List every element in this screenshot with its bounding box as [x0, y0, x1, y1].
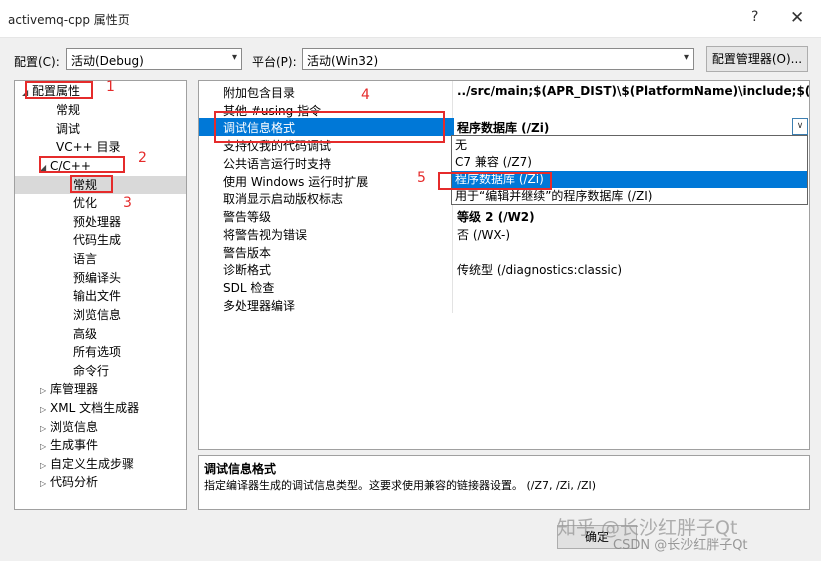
collapsed-triangle-icon[interactable]: ▷ — [40, 382, 50, 400]
collapsed-triangle-icon[interactable]: ▷ — [40, 475, 50, 493]
property-name: 诊断格式 — [223, 263, 272, 277]
tree-item-label: 输出文件 — [73, 289, 122, 303]
property-row[interactable]: SDL 检查 — [199, 278, 809, 296]
tree-item-build-events[interactable]: ▷ 生成事件 — [15, 436, 186, 454]
tree-item-xml-doc-generator[interactable]: ▷ XML 文档生成器 — [15, 399, 186, 417]
platform-label: 平台(P): — [252, 55, 297, 69]
config-select[interactable]: 活动(Debug) ▾ — [66, 48, 242, 70]
tree-item-label: VC++ 目录 — [56, 140, 121, 154]
config-value: 活动(Debug) — [71, 54, 144, 68]
csdn-watermark: CSDN @长沙红胖子Qt — [613, 538, 748, 553]
tree-item-label: 库管理器 — [50, 382, 99, 396]
tree-item-code-generation[interactable]: 代码生成 — [15, 231, 186, 249]
tree-item-label: 命令行 — [73, 364, 110, 378]
property-name: 取消显示启动版权标志 — [223, 192, 344, 206]
tree-item-general[interactable]: 常规 — [15, 101, 186, 119]
debug-info-format-dropdown[interactable]: 无 C7 兼容 (/Z7) 程序数据库 (/Zi) 用于“编辑并继续”的程序数据… — [451, 135, 808, 205]
annotation-number-2: 2 — [138, 150, 147, 166]
tree-item-label: XML 文档生成器 — [50, 401, 140, 415]
annotation-number-3: 3 — [123, 195, 132, 211]
tree-item-label: 预处理器 — [73, 215, 122, 229]
tree-item-label: 代码分析 — [50, 475, 99, 489]
property-name: 警告等级 — [223, 210, 272, 224]
tree-item-label: 高级 — [73, 327, 98, 341]
tree-item-librarian[interactable]: ▷ 库管理器 — [15, 380, 186, 398]
tree-item-custom-build-step[interactable]: ▷ 自定义生成步骤 — [15, 455, 186, 473]
dropdown-option[interactable]: 用于“编辑并继续”的程序数据库 (/ZI) — [452, 188, 807, 205]
dropdown-option[interactable]: C7 兼容 (/Z7) — [452, 154, 807, 171]
annotation-number-5: 5 — [417, 170, 426, 186]
property-name: 警告版本 — [223, 246, 272, 260]
collapsed-triangle-icon[interactable]: ▷ — [40, 401, 50, 419]
property-name: 公共语言运行时支持 — [223, 157, 332, 171]
annotation-box-4 — [214, 111, 445, 143]
property-value: ../src/main;$(APR_DIST)\$(PlatformName)\… — [457, 84, 810, 98]
tree-item-label: 优化 — [73, 196, 98, 210]
tree-item-label: 语言 — [73, 252, 98, 266]
help-icon[interactable]: ? — [751, 9, 758, 25]
property-value: 等级 2 (/W2) — [457, 210, 535, 224]
configuration-manager-button[interactable]: 配置管理器(O)... — [706, 46, 808, 72]
tree-item-all-options[interactable]: 所有选项 — [15, 343, 186, 361]
tree-item-debugging[interactable]: 调试 — [15, 120, 186, 138]
annotation-number-1: 1 — [106, 79, 115, 95]
tree-item-label: 生成事件 — [50, 438, 99, 452]
annotation-box-3 — [70, 175, 113, 193]
chevron-down-icon: ▾ — [683, 52, 689, 63]
window-title: activemq-cpp 属性页 — [8, 13, 130, 27]
property-name: 将警告视为错误 — [223, 228, 308, 242]
tree-item-label: 调试 — [56, 122, 81, 136]
property-value: 程序数据库 (/Zi) — [457, 121, 550, 135]
property-row[interactable]: 附加包含目录 ../src/main;$(APR_DIST)\$(Platfor… — [199, 83, 809, 101]
tree-item-label: 常规 — [56, 103, 81, 117]
tree-item-label: 浏览信息 — [73, 308, 122, 322]
tree-item-preprocessor[interactable]: 预处理器 — [15, 213, 186, 231]
annotation-box-2 — [39, 156, 125, 173]
tree-item-browse-info[interactable]: 浏览信息 — [15, 306, 186, 324]
tree-item-output-files[interactable]: 输出文件 — [15, 287, 186, 305]
description-panel: 调试信息格式 指定编译器生成的调试信息类型。这要求使用兼容的链接器设置。 (/Z… — [198, 455, 810, 510]
property-row[interactable]: 将警告视为错误 否 (/WX-) — [199, 225, 809, 243]
property-row[interactable]: 诊断格式 传统型 (/diagnostics:classic) — [199, 260, 809, 278]
tree-item-command-line[interactable]: 命令行 — [15, 362, 186, 380]
platform-select[interactable]: 活动(Win32) ▾ — [302, 48, 694, 70]
annotation-number-4: 4 — [361, 87, 370, 103]
tree-item-label: 所有选项 — [73, 345, 122, 359]
tree-item-browse-info-2[interactable]: ▷ 浏览信息 — [15, 418, 186, 436]
tree-item-code-analysis[interactable]: ▷ 代码分析 — [15, 473, 186, 491]
property-name: 附加包含目录 — [223, 86, 296, 100]
tree-item-label: 浏览信息 — [50, 420, 99, 434]
tree-item-label: 代码生成 — [73, 233, 122, 247]
property-value: 否 (/WX-) — [457, 228, 511, 242]
tree-item-label: 自定义生成步骤 — [50, 457, 135, 471]
title-bar: activemq-cpp 属性页 ? ✕ — [0, 0, 821, 38]
property-name: 多处理器编译 — [223, 299, 296, 313]
chevron-down-icon: ▾ — [231, 52, 237, 63]
description-text: 指定编译器生成的调试信息类型。这要求使用兼容的链接器设置。 (/Z7, /Zi,… — [204, 479, 597, 492]
config-label: 配置(C): — [14, 55, 60, 69]
platform-value: 活动(Win32) — [307, 54, 379, 68]
property-name: 使用 Windows 运行时扩展 — [223, 175, 369, 189]
debug-info-format-combo[interactable]: 程序数据库 (/Zi) ∨ — [454, 118, 809, 136]
property-tree[interactable]: ◢ 配置属性 常规 调试 VC++ 目录 ◢ C/C++ 常规 优化 预处理器 代码… — [14, 80, 187, 510]
tree-item-precompiled-headers[interactable]: 预编译头 — [15, 269, 186, 287]
collapsed-triangle-icon[interactable]: ▷ — [40, 438, 50, 456]
tree-item-advanced[interactable]: 高级 — [15, 325, 186, 343]
tree-item-optimization[interactable]: 优化 — [15, 194, 186, 212]
description-title: 调试信息格式 — [204, 462, 277, 476]
property-row[interactable]: 多处理器编译 — [199, 296, 809, 314]
tree-item-language[interactable]: 语言 — [15, 250, 186, 268]
property-row[interactable]: 警告等级 等级 2 (/W2) — [199, 207, 809, 225]
chevron-down-icon[interactable]: ∨ — [792, 118, 808, 135]
dropdown-option[interactable]: 无 — [452, 137, 807, 154]
property-row[interactable]: 警告版本 — [199, 243, 809, 261]
annotation-box-5 — [438, 172, 552, 190]
tree-item-label: 预编译头 — [73, 271, 122, 285]
tree-item-vc-directories[interactable]: VC++ 目录 — [15, 138, 186, 156]
property-value: 传统型 (/diagnostics:classic) — [457, 263, 622, 277]
close-icon[interactable]: ✕ — [790, 8, 804, 28]
property-name: SDL 检查 — [223, 281, 275, 295]
annotation-box-1 — [25, 81, 93, 99]
